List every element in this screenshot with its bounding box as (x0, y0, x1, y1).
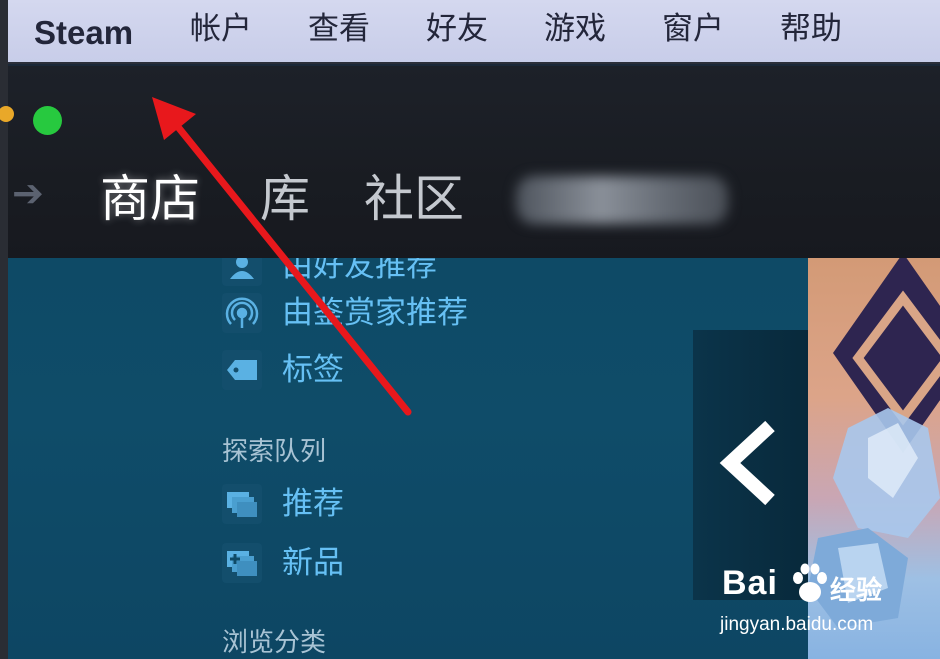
tab-community[interactable]: 社区 (364, 174, 464, 224)
discovery-queue-heading: 探索队列 (222, 437, 327, 467)
mac-menu-bar: Steam 帐户 查看 好友 游戏 窗户 帮助 (0, 0, 940, 64)
baidu-jingyan-watermark: Bai 经验 jingyan.baidu.com (718, 560, 908, 640)
minimize-window-button[interactable] (0, 106, 14, 122)
link-tags[interactable]: 标签 (222, 348, 344, 392)
zoom-window-button[interactable] (33, 106, 62, 135)
watermark-suffix: 经验 (830, 576, 883, 606)
watermark-brand: Bai (722, 564, 778, 602)
tab-library[interactable]: 库 (260, 174, 310, 224)
menu-help[interactable]: 帮助 (780, 14, 842, 45)
link-curator-recommended[interactable]: 由鉴赏家推荐 (222, 291, 468, 335)
queue-icon (222, 484, 262, 524)
steam-title-bar: ➔ 商店 库 社区 (0, 66, 940, 258)
menu-steam[interactable]: Steam (34, 16, 133, 49)
menu-games[interactable]: 游戏 (544, 14, 606, 45)
link-label: 新品 (282, 544, 344, 581)
new-queue-icon (222, 543, 262, 583)
menu-window[interactable]: 窗户 (662, 14, 724, 45)
link-queue-new[interactable]: 新品 (222, 541, 344, 585)
link-friend-recommended[interactable]: 由好友推荐 (222, 258, 437, 288)
tag-icon (222, 350, 262, 390)
window-edge (0, 0, 8, 659)
browse-categories-heading: 浏览分类 (222, 628, 327, 658)
menu-friends[interactable]: 好友 (426, 14, 488, 45)
curator-broadcast-icon (222, 293, 262, 333)
menu-view[interactable]: 查看 (308, 14, 370, 45)
link-label: 标签 (282, 351, 344, 388)
watermark-url: jingyan.baidu.com (720, 614, 874, 635)
tab-store[interactable]: 商店 (100, 174, 200, 224)
link-queue-recommended[interactable]: 推荐 (222, 482, 344, 526)
menu-account[interactable]: 帐户 (190, 14, 252, 45)
username-tab[interactable] (516, 176, 728, 224)
link-label: 由好友推荐 (282, 258, 437, 284)
forward-arrow-icon[interactable]: ➔ (12, 174, 44, 212)
friends-icon (222, 258, 262, 286)
link-label: 推荐 (282, 485, 344, 522)
chevron-left-icon (719, 420, 775, 506)
link-label: 由鉴赏家推荐 (282, 294, 468, 331)
paw-icon (793, 563, 827, 602)
